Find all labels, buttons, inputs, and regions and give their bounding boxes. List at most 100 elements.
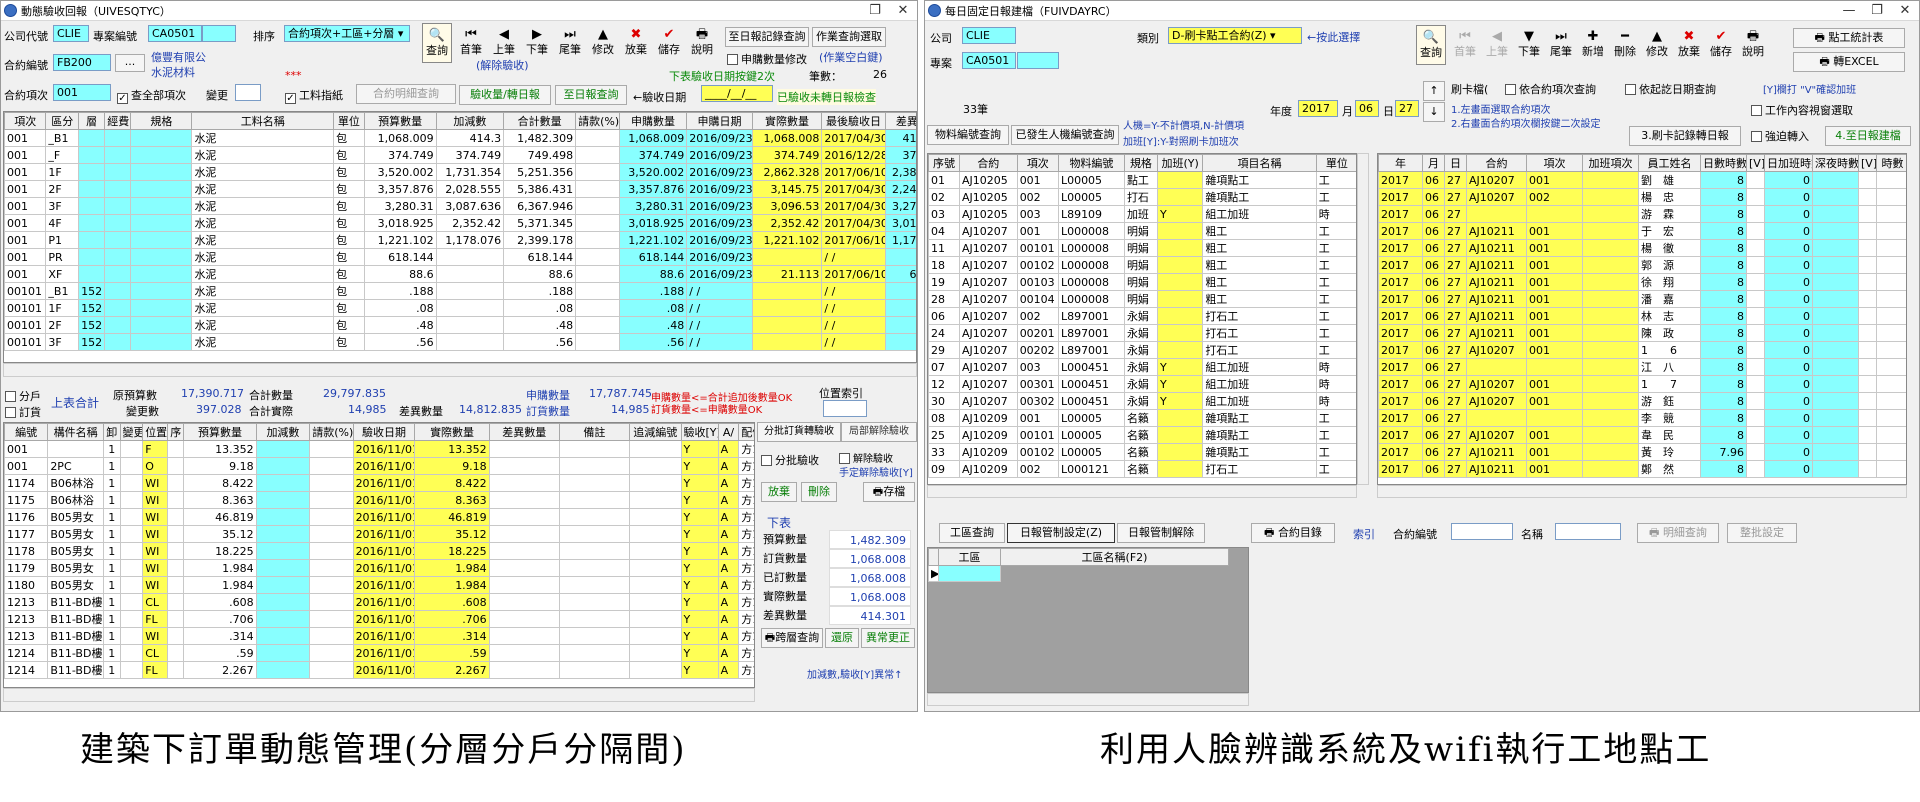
table-cell[interactable]: 12	[928, 375, 960, 393]
check-order-box[interactable]	[5, 407, 16, 418]
table-row[interactable]: 2017 06 27 AJ10207 001 1 680	[1378, 341, 1906, 359]
column-header[interactable]: 預算數量	[183, 423, 257, 441]
table-cell[interactable]: 2016/11/01	[352, 542, 416, 560]
table-cell[interactable]: 水泥	[191, 180, 335, 198]
table-row[interactable]: 1175B06林浴1WI8.3632016/11/018.363YA方1	[4, 491, 754, 509]
table-cell[interactable]: 2016/09/23	[686, 248, 753, 266]
table-cell[interactable]	[488, 627, 560, 645]
table-cell[interactable]: 3,087.636	[435, 197, 505, 215]
column-header[interactable]: 項次	[1526, 154, 1583, 172]
contract-no-input[interactable]	[1451, 523, 1513, 540]
table-cell[interactable]: 35.12	[414, 525, 490, 543]
table-row[interactable]: 2017 06 27 AJ10211 001 鄭 然80	[1378, 460, 1906, 478]
table-cell[interactable]: L000008	[1057, 239, 1125, 257]
table-cell[interactable]: 001	[1526, 256, 1583, 274]
table-cell[interactable]	[884, 248, 916, 266]
table-cell[interactable]: AJ10207	[958, 222, 1018, 240]
column-header[interactable]: 實際數量	[414, 423, 490, 441]
table-cell[interactable]	[575, 180, 620, 198]
table-cell[interactable]: 8	[1700, 222, 1747, 240]
table-cell[interactable]: Y	[680, 661, 719, 679]
table-cell[interactable]: 包	[333, 282, 365, 300]
table-cell[interactable]: 游 霖	[1638, 205, 1701, 223]
table-cell[interactable]: / /	[821, 333, 886, 351]
table-cell[interactable]: 組工加班	[1202, 205, 1317, 223]
table-cell[interactable]: 06	[1422, 426, 1445, 444]
table-row[interactable]: 1214B11-BD樓1CL.592016/11/01.59YA方1	[4, 644, 754, 662]
table-cell[interactable]	[1812, 256, 1859, 274]
table-cell[interactable]: 2017	[1378, 188, 1423, 206]
check-batch-box[interactable]	[761, 455, 772, 466]
table-cell[interactable]: / /	[821, 316, 886, 334]
table-cell[interactable]	[78, 129, 106, 147]
table-cell[interactable]: 方1	[738, 508, 754, 526]
table-cell[interactable]: 2017	[1378, 426, 1423, 444]
table-cell[interactable]	[309, 440, 354, 458]
table-cell[interactable]: 414.301	[884, 129, 916, 147]
table-cell[interactable]: WI	[142, 627, 168, 645]
contract-browse-button[interactable]: ...	[115, 54, 145, 72]
table-cell[interactable]	[1582, 426, 1639, 444]
table-cell[interactable]: 003	[1016, 205, 1059, 223]
to-daily-button[interactable]: 4.至日報建檔	[1825, 126, 1911, 146]
table-cell[interactable]	[488, 559, 560, 577]
table-cell[interactable]: 劉 雄	[1638, 171, 1701, 189]
table-row[interactable]: 24 AJ10207 00201 L897001 永娟 打石工工	[928, 324, 1356, 342]
table-cell[interactable]: 0	[1764, 205, 1813, 223]
table-cell[interactable]: 0	[1764, 307, 1813, 325]
table-cell[interactable]: AJ10207	[1466, 341, 1527, 359]
table-cell[interactable]: 5,386.431	[503, 180, 577, 198]
table-cell[interactable]	[119, 542, 144, 560]
table-cell[interactable]: 3,520.002	[618, 163, 688, 181]
delete-button[interactable]: 刪除	[801, 482, 837, 502]
table-cell[interactable]	[104, 214, 132, 232]
table-cell[interactable]	[1746, 307, 1765, 325]
table-cell[interactable]	[488, 576, 560, 594]
table-cell[interactable]: 明娟	[1123, 239, 1158, 257]
table-cell[interactable]	[166, 457, 185, 475]
table-cell[interactable]	[558, 576, 630, 594]
table-cell[interactable]	[1858, 205, 1877, 223]
table-cell[interactable]	[1156, 341, 1204, 359]
table-row[interactable]: 30 AJ10207 00302 L000451 永娟 Y 組工加班時	[928, 392, 1356, 410]
table-row[interactable]: 2017 06 27 AJ10211 001 林 志80	[1378, 307, 1906, 325]
table-cell[interactable]: 08	[928, 409, 960, 427]
table-cell[interactable]	[119, 661, 144, 679]
discard-button[interactable]: ✖ 放棄	[621, 23, 651, 63]
daily-record-query-button[interactable]: 至日報記錄查詢	[725, 27, 809, 47]
table-cell[interactable]	[1876, 409, 1906, 427]
table-cell[interactable]: 方1	[738, 610, 754, 628]
table-cell[interactable]	[558, 610, 630, 628]
table-cell[interactable]	[104, 333, 132, 351]
table-row[interactable]: 1213B11-BD樓1FL.7062016/11/01.706YA方1	[4, 610, 754, 628]
prev-button[interactable]: ◀ 上筆	[1482, 25, 1512, 65]
table-cell[interactable]: 18	[928, 256, 960, 274]
table-cell[interactable]: 2016/09/23	[686, 129, 753, 147]
table-cell[interactable]: 時	[1315, 392, 1356, 410]
table-cell[interactable]: A	[717, 457, 740, 475]
table-cell[interactable]: 1214	[4, 661, 49, 679]
table-cell[interactable]: 27	[1444, 324, 1467, 342]
help-button[interactable]: 🖶 說明	[687, 23, 717, 63]
table-cell[interactable]	[1858, 256, 1877, 274]
table-cell[interactable]: 永娟	[1123, 341, 1158, 359]
table-cell[interactable]: 001	[1526, 443, 1583, 461]
table-cell[interactable]: 雜項點工	[1202, 426, 1317, 444]
column-header[interactable]: 構件名稱	[47, 423, 104, 441]
table-cell[interactable]	[1156, 324, 1204, 342]
table-cell[interactable]: .314	[183, 627, 257, 645]
table-cell[interactable]: 粗工	[1202, 222, 1317, 240]
table-cell[interactable]: AJ10211	[1466, 324, 1527, 342]
table-cell[interactable]: Y	[680, 457, 719, 475]
table-cell[interactable]: 3,271.416	[884, 197, 916, 215]
table-cell[interactable]: 00202	[1016, 341, 1059, 359]
table-cell[interactable]: 88.6	[363, 265, 437, 283]
up-arrow-icon[interactable]: ↑	[1423, 81, 1445, 101]
table-cell[interactable]: 1176	[4, 508, 49, 526]
table-cell[interactable]	[255, 644, 311, 662]
month-input[interactable]: 06	[1355, 100, 1379, 117]
table-cell[interactable]: 0	[1764, 392, 1813, 410]
table-cell[interactable]: 88.6	[618, 265, 688, 283]
item-input[interactable]: 001	[53, 84, 111, 101]
table-cell[interactable]: 06	[1422, 324, 1445, 342]
